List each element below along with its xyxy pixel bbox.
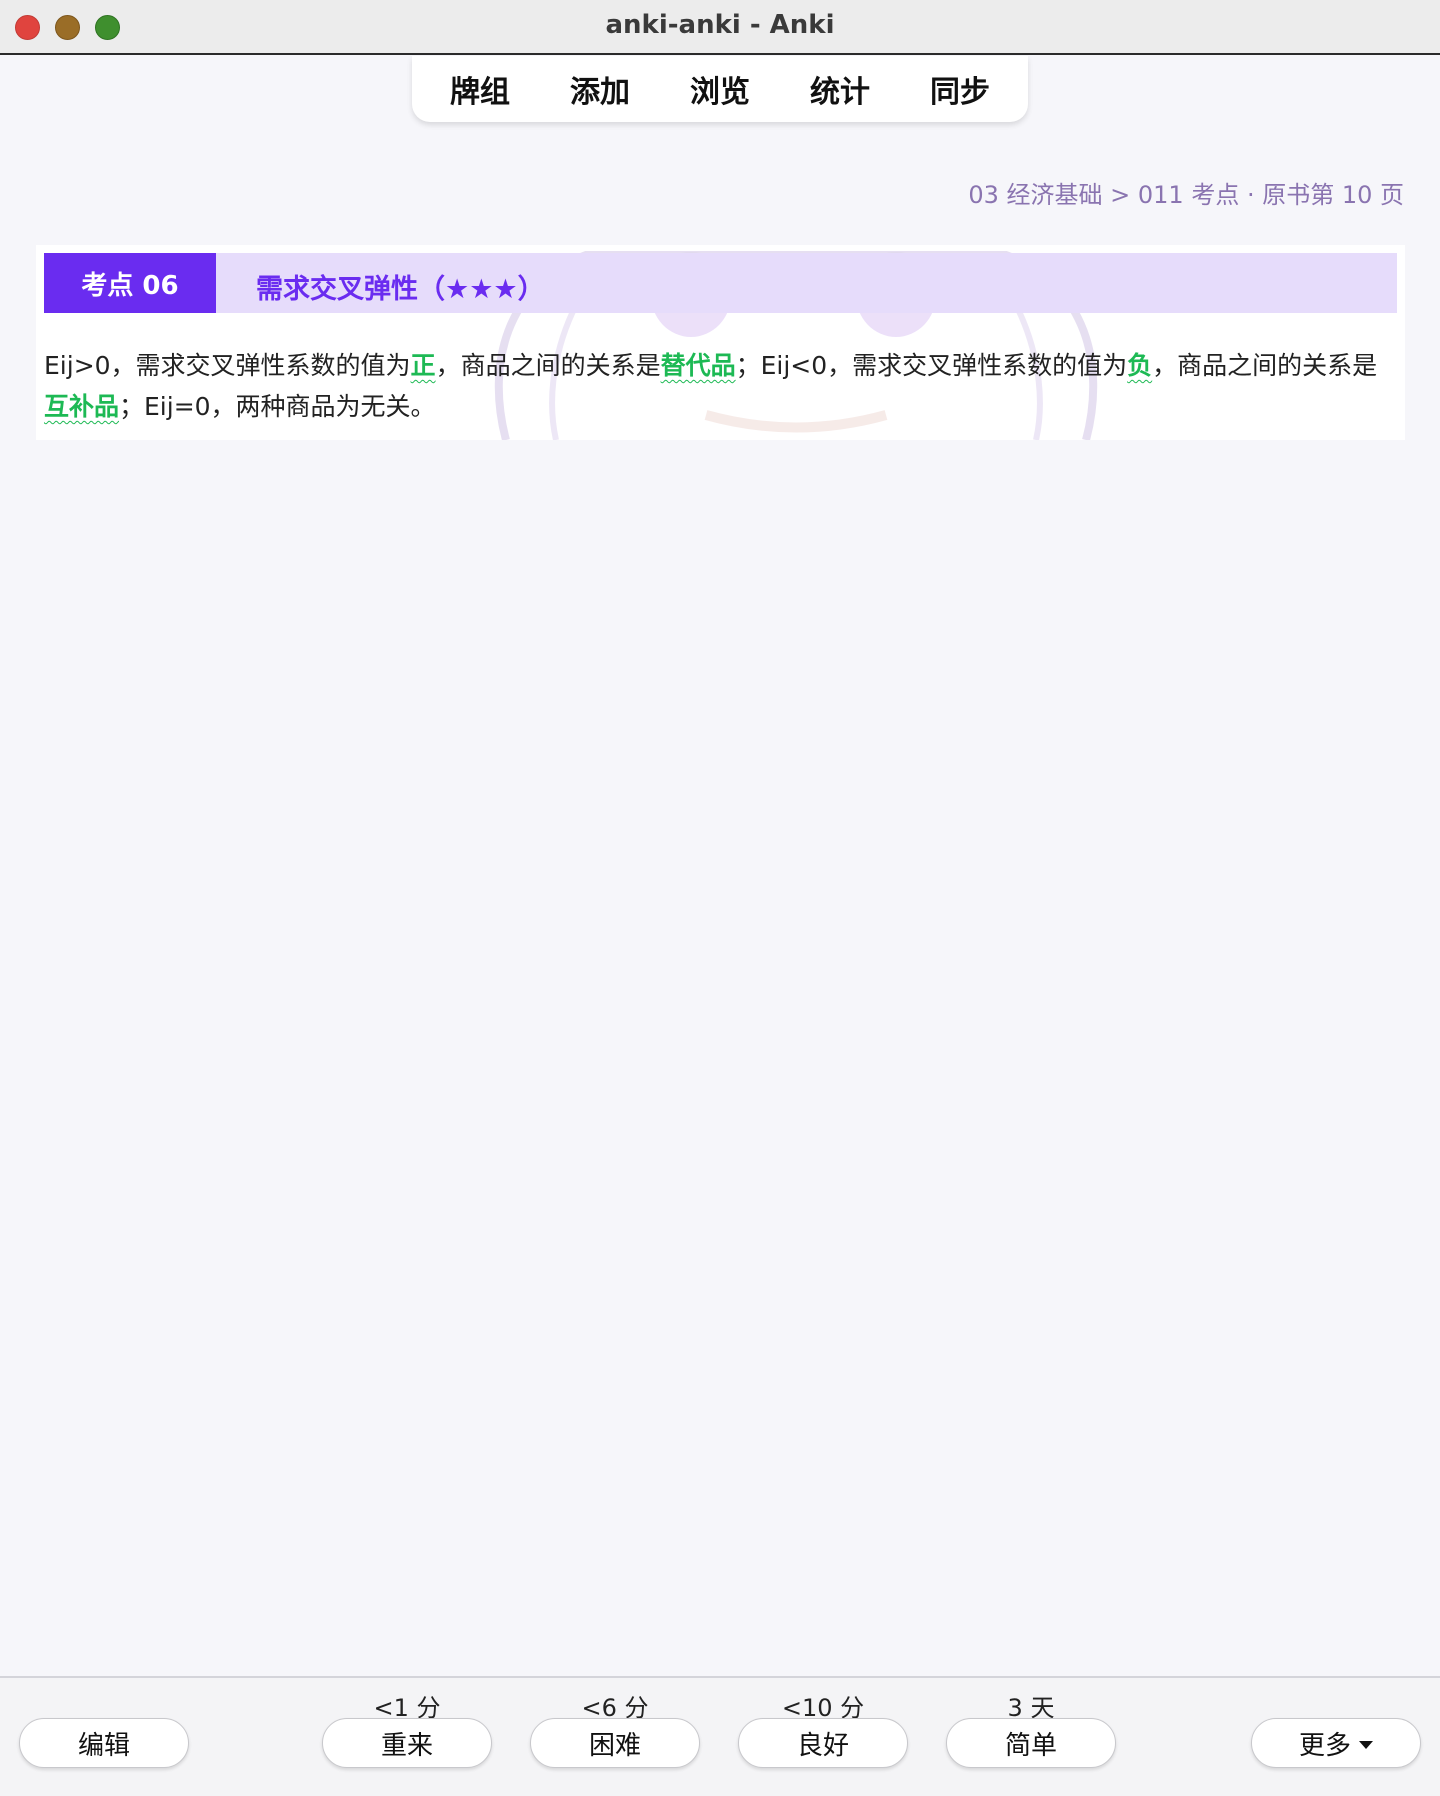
knowledge-point-header: 考点 06 需求交叉弹性（★★★） — [44, 253, 1397, 313]
good-button[interactable]: 良好 — [738, 1718, 908, 1768]
edit-button[interactable]: 编辑 — [19, 1718, 189, 1768]
highlight-term: 正 — [410, 351, 436, 380]
edit-button-label: 编辑 — [77, 1730, 130, 1761]
again-button-label: 重来 — [380, 1730, 433, 1761]
toolbar-browse-link[interactable]: 浏览 — [660, 67, 780, 111]
again-button[interactable]: 重来 — [322, 1718, 492, 1768]
good-button-label: 良好 — [796, 1730, 849, 1761]
chevron-down-icon — [1359, 1741, 1373, 1749]
anki-window: anki-anki - Anki 牌组 添加 浏览 统计 同步 03 经济基础 … — [0, 0, 1440, 1796]
main-toolbar: 牌组 添加 浏览 统计 同步 — [412, 56, 1028, 122]
body-text: ；Eij<0，需求交叉弹性系数的值为 — [735, 351, 1128, 380]
body-text: ，商品之间的关系是 — [1152, 351, 1378, 380]
toolbar-add-link[interactable]: 添加 — [540, 67, 660, 111]
highlight-term: 替代品 — [660, 351, 736, 380]
card-answer-text: Eij>0，需求交叉弹性系数的值为正，商品之间的关系是替代品；Eij<0，需求交… — [44, 345, 1399, 427]
answer-bar: 编辑 <1 分 重来 <6 分 困难 <10 分 良好 3 天 简单 更多 — [0, 1676, 1440, 1796]
review-card: 考点 06 需求交叉弹性（★★★） Eij>0，需求交叉弹性系数的值为正，商品之… — [36, 245, 1405, 440]
toolbar-sync-link[interactable]: 同步 — [900, 67, 1020, 111]
hard-button[interactable]: 困难 — [530, 1718, 700, 1768]
body-text: Eij>0，需求交叉弹性系数的值为 — [44, 351, 411, 380]
toolbar-decks-link[interactable]: 牌组 — [420, 67, 540, 111]
deck-breadcrumb: 03 经济基础 > 011 考点 · 原书第 10 页 — [968, 181, 1404, 209]
knowledge-point-title: 需求交叉弹性（★★★） — [256, 274, 545, 305]
more-button[interactable]: 更多 — [1251, 1718, 1421, 1768]
easy-button[interactable]: 简单 — [946, 1718, 1116, 1768]
easy-button-label: 简单 — [1004, 1730, 1057, 1761]
more-button-label: 更多 — [1298, 1730, 1351, 1761]
window-title: anki-anki - Anki — [605, 10, 835, 40]
highlight-term: 负 — [1127, 351, 1153, 380]
body-text: ；Eij=0，两种商品为无关。 — [119, 392, 436, 421]
knowledge-point-badge: 考点 06 — [44, 253, 216, 313]
hard-button-label: 困难 — [588, 1730, 641, 1761]
title-bar: anki-anki - Anki — [0, 0, 1440, 55]
toolbar-stats-link[interactable]: 统计 — [780, 67, 900, 111]
body-text: ，商品之间的关系是 — [435, 351, 661, 380]
highlight-term: 互补品 — [44, 392, 120, 421]
